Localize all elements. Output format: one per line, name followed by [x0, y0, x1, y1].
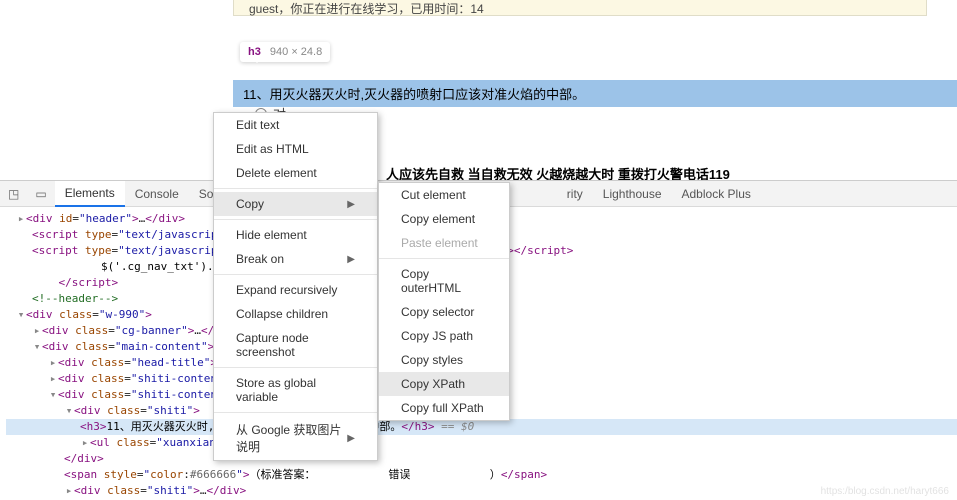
tab-lighthouse[interactable]: Lighthouse	[593, 182, 672, 206]
menu-delete-element[interactable]: Delete element	[214, 161, 377, 185]
tab-adblock[interactable]: Adblock Plus	[672, 182, 761, 206]
submenu-copy-selector[interactable]: Copy selector	[379, 300, 509, 324]
menu-copy[interactable]: Copy ▶	[214, 192, 377, 216]
watermark: https:/blog.csdn.net/haryt666	[821, 486, 949, 497]
tooltip-tag: h3	[248, 46, 261, 58]
submenu-copy-outerhtml[interactable]: Copy outerHTML	[379, 262, 509, 300]
menu-edit-text[interactable]: Edit text	[214, 113, 377, 137]
menu-collapse[interactable]: Collapse children	[214, 302, 377, 326]
menu-google-label: 从 Google 获取图片说明	[236, 421, 347, 455]
menu-capture-screenshot[interactable]: Capture node screenshot	[214, 326, 377, 364]
question-heading: 11、用灭火器灭火时,灭火器的喷射口应该对准火焰的中部。	[233, 80, 957, 107]
menu-copy-label: Copy	[236, 197, 264, 211]
submenu-copy-element[interactable]: Copy element	[379, 207, 509, 231]
tooltip-dimensions: 940 × 24.8	[270, 46, 322, 58]
submenu-paste-element: Paste element	[379, 231, 509, 255]
device-toggle-icon[interactable]: ▭	[27, 183, 54, 205]
copy-submenu: Cut element Copy element Paste element C…	[378, 182, 510, 421]
inspect-tooltip: h3 940 × 24.8	[240, 42, 330, 62]
submenu-copy-jspath[interactable]: Copy JS path	[379, 324, 509, 348]
submenu-copy-xpath[interactable]: Copy XPath	[379, 372, 509, 396]
selected-h3-node[interactable]: <h3>11、用灭火器灭火时,灭火器的喷射口应该对准火焰的中部。</h3> ==…	[6, 419, 957, 435]
inspect-icon[interactable]: ◳	[0, 183, 27, 205]
menu-expand[interactable]: Expand recursively	[214, 278, 377, 302]
menu-google-image[interactable]: 从 Google 获取图片说明 ▶	[214, 416, 377, 460]
submenu-cut-element[interactable]: Cut element	[379, 183, 509, 207]
submenu-copy-full-xpath[interactable]: Copy full XPath	[379, 396, 509, 420]
menu-hide-element[interactable]: Hide element	[214, 223, 377, 247]
tab-security[interactable]: rity	[557, 182, 593, 206]
chevron-right-icon: ▶	[347, 199, 355, 210]
notice-banner: guest，你正在进行在线学习，已用时间：14	[233, 0, 927, 16]
submenu-copy-styles[interactable]: Copy styles	[379, 348, 509, 372]
menu-store-global[interactable]: Store as global variable	[214, 371, 377, 409]
context-menu: Edit text Edit as HTML Delete element Co…	[213, 112, 378, 461]
menu-break-on[interactable]: Break on ▶	[214, 247, 377, 271]
chevron-right-icon: ▶	[347, 254, 355, 265]
chevron-right-icon: ▶	[347, 433, 355, 444]
tab-elements[interactable]: Elements	[55, 181, 125, 207]
menu-edit-html[interactable]: Edit as HTML	[214, 137, 377, 161]
menu-break-label: Break on	[236, 252, 284, 266]
tab-console[interactable]: Console	[125, 182, 189, 206]
